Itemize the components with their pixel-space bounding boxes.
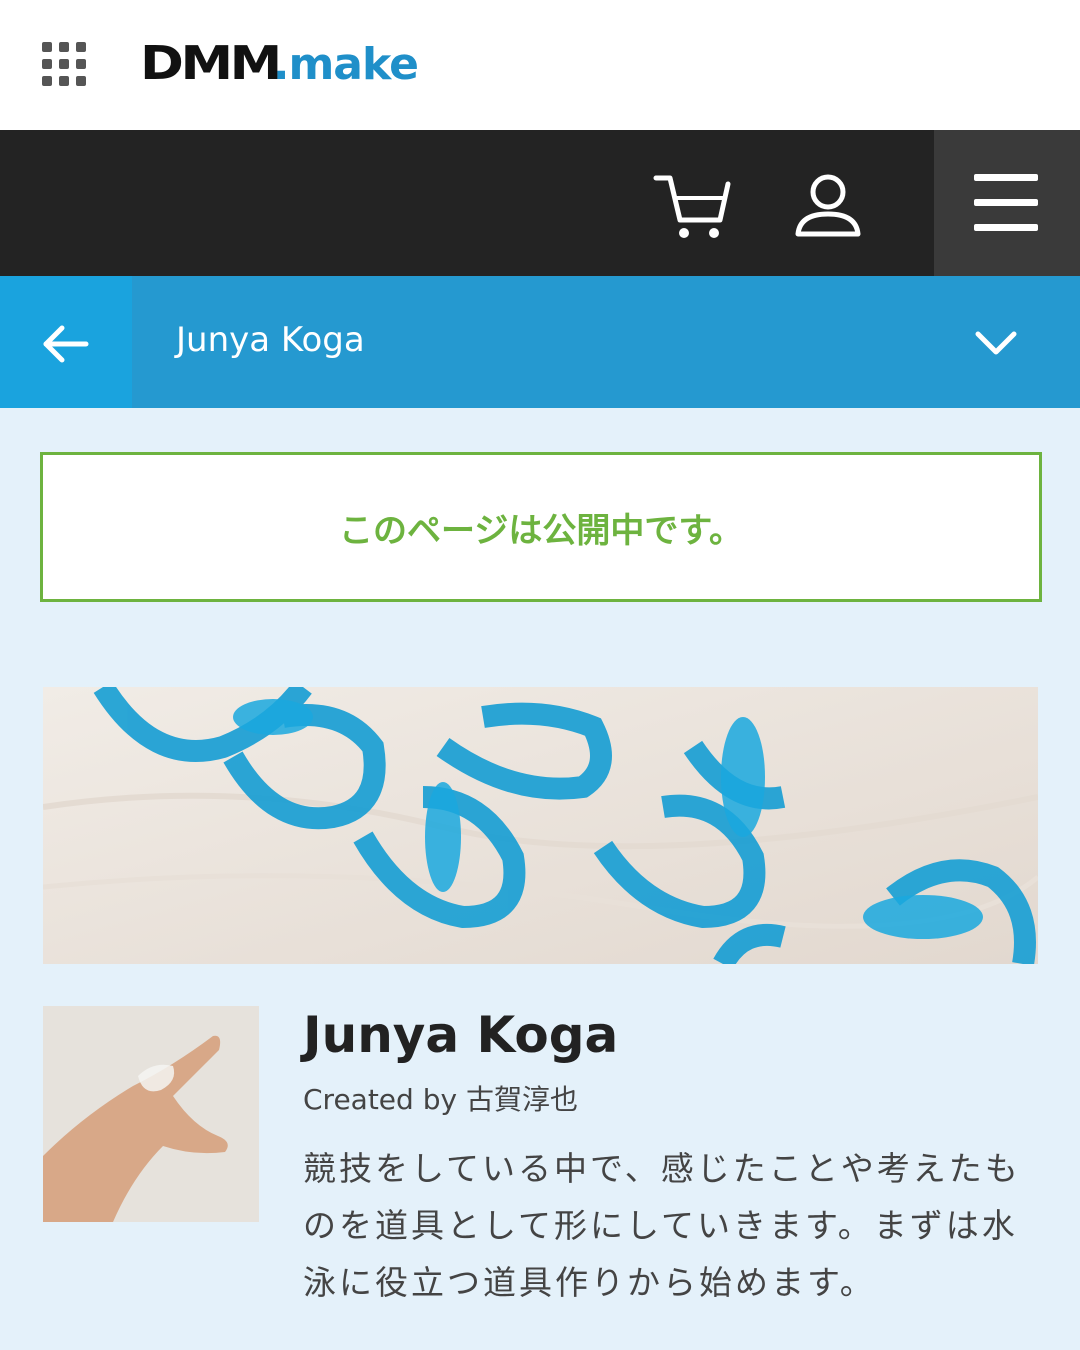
chevron-down-icon [975,331,1017,355]
dmm-make-logo[interactable]: DMM .make [140,36,419,96]
page-title: Junya Koga [176,320,365,360]
created-by-text: Created by 古賀淳也 [303,1083,578,1116]
cart-icon [653,175,731,238]
publish-status-box: このページは公開中です。 [40,452,1042,602]
profile-name: Junya Koga [303,1006,619,1064]
logo-dmm-text: DMM [140,36,282,90]
menu-button[interactable] [934,130,1080,276]
cart-button[interactable] [650,170,734,244]
publish-status-text: このページは公開中です。 [339,510,743,551]
user-button[interactable] [790,170,866,244]
user-icon [795,174,861,237]
title-bar: Junya Koga [0,276,1080,408]
avatar-hand-photo [43,1006,259,1222]
cover-image [43,687,1038,964]
profile-avatar [43,1006,259,1222]
cover-photo-blue-rings [43,687,1038,964]
top-header: DMM .make [0,0,1080,130]
dropdown-button[interactable] [966,316,1026,368]
grid-icon[interactable] [42,42,86,86]
arrow-left-icon [43,325,89,363]
back-button[interactable] [0,276,132,408]
profile-description: 競技をしている中で、感じたことや考えたものを道具として形にしていきます。まずは水… [303,1149,1021,1302]
nav-bar [0,130,1080,276]
logo-make-text: .make [272,39,419,90]
